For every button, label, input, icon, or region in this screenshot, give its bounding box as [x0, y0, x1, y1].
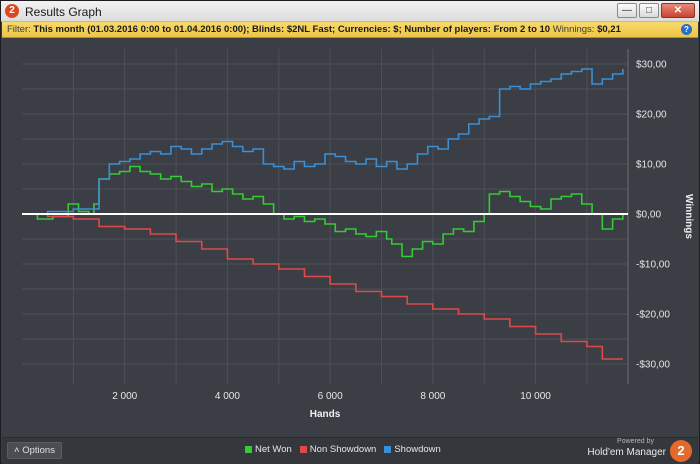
filter-bar[interactable]: Filter: This month (01.03.2016 0:00 to 0…	[2, 22, 698, 38]
y-tick-label: -$10,00	[636, 260, 670, 271]
brand-name: Hold'em Manager	[587, 447, 666, 458]
powered-by-text: Powered by	[617, 438, 654, 445]
legend-label-showdown: Showdown	[394, 444, 441, 455]
x-tick-label: 2 000	[112, 391, 137, 402]
options-label: Options	[22, 445, 55, 456]
series-line-net-won	[22, 165, 624, 258]
legend-swatch-non-showdown	[299, 446, 307, 453]
winnings-label: Winnings:	[552, 24, 595, 35]
title-bar[interactable]: 2 Results Graph — □ ✕	[1, 1, 699, 22]
app-logo-icon: 2	[5, 4, 19, 18]
winnings-value: $0,21	[597, 24, 621, 35]
chart-area: 2 000 4 000 6 000 8 000 10 000 $30,00 $20,00 $1…	[2, 39, 698, 437]
legend-label-non-showdown: Non Showdown	[309, 444, 377, 455]
results-graph-window: 2 Results Graph — □ ✕ Filter: This month…	[0, 0, 700, 464]
y-tick-label: -$30,00	[636, 360, 670, 371]
maximize-button[interactable]: □	[639, 3, 659, 18]
x-tick-label: 8 000	[420, 391, 445, 402]
window-title: Results Graph	[25, 5, 102, 19]
y-axis-label: Winnings	[683, 194, 694, 239]
help-icon[interactable]: ?	[681, 24, 692, 35]
y-tick-label: $20,00	[636, 110, 667, 121]
window-controls: — □ ✕	[617, 3, 695, 18]
close-button[interactable]: ✕	[661, 3, 695, 18]
legend-item-showdown[interactable]: Showdown	[384, 444, 441, 455]
x-tick-label: 10 000	[520, 391, 551, 402]
series-line-showdown	[22, 68, 624, 215]
y-tick-label: $0,00	[636, 210, 661, 221]
legend-label-net-won: Net Won	[255, 444, 292, 455]
legend-item-non-showdown[interactable]: Non Showdown	[299, 444, 377, 455]
chart-legend: Net Won Non Showdown Showdown	[245, 444, 441, 455]
x-tick-label: 4 000	[215, 391, 240, 402]
chevron-up-icon: ˄	[14, 445, 20, 456]
results-chart: 2 000 4 000 6 000 8 000 10 000 $30,00 $20,00 $1…	[22, 49, 694, 420]
x-axis-label: Hands	[310, 409, 341, 420]
brand-logo-icon: 2	[670, 440, 692, 462]
footer-bar: ˄ Options Net Won Non Showdown Showdown …	[2, 437, 698, 464]
y-tick-label: $30,00	[636, 60, 667, 71]
legend-swatch-showdown	[384, 446, 392, 453]
minimize-button[interactable]: —	[617, 3, 637, 18]
filter-label: Filter:	[7, 24, 31, 35]
y-tick-label: -$20,00	[636, 310, 670, 321]
legend-item-net-won[interactable]: Net Won	[245, 444, 292, 455]
options-button[interactable]: ˄ Options	[7, 442, 62, 459]
x-tick-label: 6 000	[318, 391, 343, 402]
y-tick-label: $10,00	[636, 160, 667, 171]
series-line-non-showdown	[22, 213, 623, 360]
legend-swatch-net-won	[245, 446, 252, 453]
filter-text: This month (01.03.2016 0:00 to 01.04.201…	[33, 24, 551, 35]
